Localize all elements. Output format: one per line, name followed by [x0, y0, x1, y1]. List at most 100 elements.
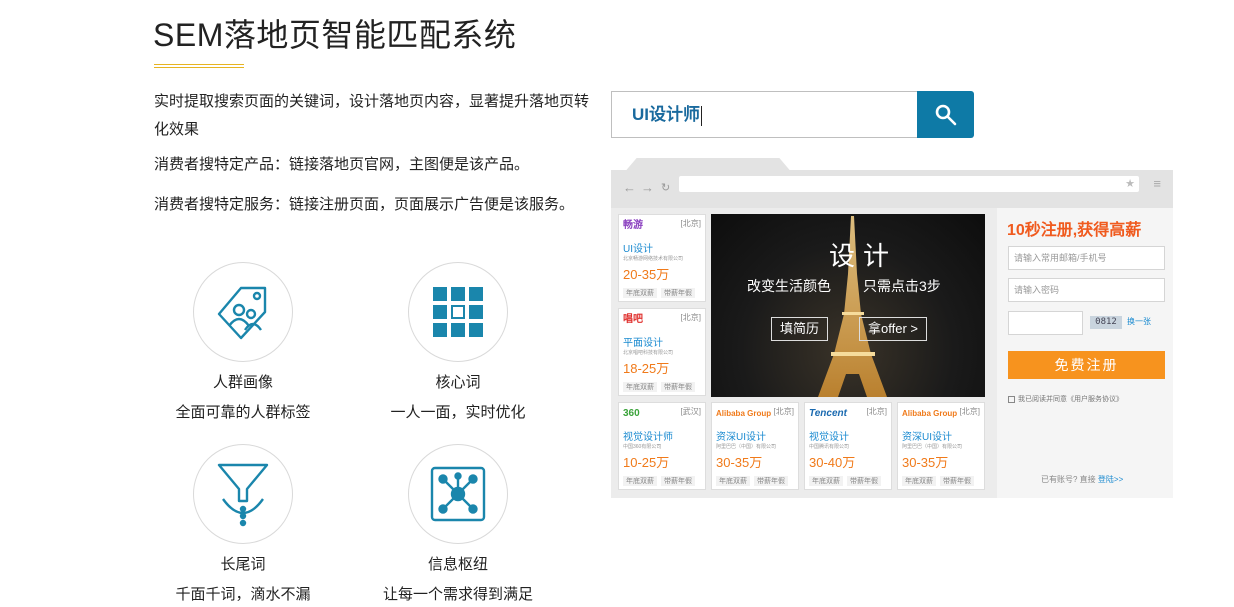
job-card: Alibaba Group [北京] 资深UI设计 阿里巴巴（中国）有限公司 3…: [711, 402, 799, 490]
address-bar: [679, 176, 1139, 192]
job-tag: 年底双薪: [902, 476, 936, 486]
company-name: 中国360有限公司: [623, 444, 662, 450]
menu-icon: ≡: [1153, 176, 1161, 191]
register-panel: 10秒注册,获得高薪 请输入常用邮箱/手机号 请输入密码 0812 换一张 免费…: [997, 208, 1173, 498]
feature-desc: 让每一个需求得到满足: [382, 586, 533, 603]
job-salary: 30-40万: [809, 455, 856, 470]
page-title: SEM落地页智能匹配系统: [153, 17, 517, 53]
job-title: 视觉设计师: [623, 432, 673, 443]
job-city: [北京]: [773, 407, 794, 416]
grid-core-icon: [433, 287, 483, 337]
title-underline: [154, 64, 244, 68]
browser-content: 畅游 [北京] UI设计 北京畅游网络技术有限公司 20-35万 年底双薪 带薪年…: [611, 208, 1173, 498]
job-salary: 18-25万: [623, 361, 670, 376]
feature-crowd-profile: 人群画像 全面可靠的人群标签: [133, 262, 353, 424]
job-salary: 10-25万: [623, 455, 670, 470]
job-title: 平面设计: [623, 338, 663, 349]
job-title: UI设计: [623, 244, 653, 255]
crowd-tag-icon: [217, 286, 267, 340]
company-name: 中国腾讯有限公司: [809, 444, 850, 450]
job-salary: 30-35万: [716, 455, 763, 470]
job-tag: 年底双薪: [623, 382, 657, 392]
job-card: 畅游 [北京] UI设计 北京畅游网络技术有限公司 20-35万 年底双薪 带薪年…: [618, 214, 706, 302]
feature-name: 核心词: [435, 374, 481, 391]
banner-title: 设计: [828, 241, 897, 271]
funnel-icon: [217, 463, 269, 527]
job-tag: 带薪年假: [847, 476, 881, 486]
email-field[interactable]: 请输入常用邮箱/手机号: [1008, 246, 1165, 270]
job-tag: 带薪年假: [754, 476, 788, 486]
company-name: 北京唱吧科技有限公司: [623, 350, 674, 356]
intro-line-1: 实时提取搜索页面的关键词，设计落地页内容，显著提升落地页转化效果: [154, 93, 590, 138]
reload-icon: ↻: [661, 182, 671, 194]
job-city: [武汉]: [680, 407, 701, 416]
job-tags: 年底双薪 带薪年假: [902, 476, 978, 486]
job-tags: 年底双薪 带薪年假: [623, 476, 699, 486]
captcha-image: 0812: [1090, 316, 1122, 329]
job-card: 360 [武汉] 视觉设计师 中国360有限公司 10-25万 年底双薪 带薪年假: [618, 402, 706, 490]
register-button[interactable]: 免费注册: [1008, 351, 1165, 379]
job-title: 资深UI设计: [902, 432, 952, 443]
job-tag: 带薪年假: [940, 476, 974, 486]
feature-icon-circle: [193, 444, 293, 544]
job-salary: 20-35万: [623, 267, 670, 282]
job-tag: 年底双薪: [809, 476, 843, 486]
forward-arrow-icon: →: [641, 180, 654, 195]
job-salary: 30-35万: [902, 455, 949, 470]
banner-subtitle-2: 只需点击3步: [863, 278, 941, 294]
captcha-input[interactable]: [1008, 311, 1083, 335]
back-arrow-icon: ←: [623, 180, 636, 195]
search-input[interactable]: UI设计师: [611, 91, 918, 138]
search-icon: [935, 104, 956, 125]
job-tag: 带薪年假: [661, 288, 695, 298]
network-hub-icon: [430, 466, 486, 522]
fill-resume-button[interactable]: 填简历: [771, 317, 829, 341]
ad-banner: 设计 改变生活颜色 只需点击3步 填简历 拿offer >: [711, 214, 985, 397]
job-tag: 年底双薪: [716, 476, 750, 486]
text-caret: [701, 105, 702, 126]
job-tags: 年底双薪 带薪年假: [716, 476, 792, 486]
feature-name: 信息枢纽: [427, 556, 488, 573]
job-title: 资深UI设计: [716, 432, 766, 443]
job-card: Alibaba Group [北京] 资深UI设计 阿里巴巴（中国）有限公司 3…: [897, 402, 985, 490]
feature-desc: 千面千词，滴水不漏: [175, 586, 311, 603]
get-offer-button[interactable]: 拿offer >: [859, 317, 927, 341]
job-city: [北京]: [680, 219, 701, 228]
search-button[interactable]: [917, 91, 974, 138]
banner-subtitle-1: 改变生活颜色: [747, 278, 831, 294]
job-tag: 带薪年假: [661, 382, 695, 392]
intro-line-3: 消费者搜特定服务：链接注册页面，页面展示广告便是该服务。: [154, 196, 575, 213]
job-tag: 带薪年假: [661, 476, 695, 486]
password-field[interactable]: 请输入密码: [1008, 278, 1165, 302]
captcha-refresh-link[interactable]: 换一张: [1127, 316, 1151, 327]
feature-icon-circle: [408, 262, 508, 362]
company-name: 北京畅游网络技术有限公司: [623, 256, 684, 262]
job-tags: 年底双薪 带薪年假: [809, 476, 885, 486]
feature-long-tail: 长尾词 千面千词，滴水不漏: [133, 444, 353, 606]
star-icon: ★: [1125, 178, 1135, 190]
search-value: UI设计师: [632, 105, 700, 124]
agree-checkbox[interactable]: 我已阅读并同意《用户服务协议》: [1008, 394, 1123, 404]
mock-browser: ← → ↻ ★ ≡ 畅游 [北京] UI设计 北京畅游网络技术有限公司 20-3…: [611, 158, 1173, 498]
feature-desc: 全面可靠的人群标签: [175, 404, 311, 421]
agree-label: 我已阅读并同意《用户服务协议》: [1018, 396, 1123, 403]
job-tag: 年底双薪: [623, 288, 657, 298]
feature-name: 长尾词: [220, 556, 266, 573]
browser-toolbar: ← → ↻ ★ ≡: [611, 170, 1173, 208]
job-tags: 年底双薪 带薪年假: [623, 288, 699, 298]
intro-line-2: 消费者搜特定产品：链接落地页官网，主图便是该产品。: [154, 156, 530, 173]
login-prompt: 已有账号? 直接 登陆>>: [1041, 474, 1123, 485]
job-title: 视觉设计: [809, 432, 849, 443]
login-prompt-text: 已有账号? 直接: [1041, 475, 1096, 484]
feature-desc: 一人一面，实时优化: [390, 404, 526, 421]
job-card: Tencent [北京] 视觉设计 中国腾讯有限公司 30-40万 年底双薪 带薪…: [804, 402, 892, 490]
login-link[interactable]: 登陆>>: [1098, 475, 1123, 484]
company-name: 阿里巴巴（中国）有限公司: [902, 444, 963, 450]
feature-core-keyword: 核心词 一人一面，实时优化: [348, 262, 568, 424]
job-card: 唱吧 [北京] 平面设计 北京唱吧科技有限公司 18-25万 年底双薪 带薪年假: [618, 308, 706, 396]
feature-icon-circle: [193, 262, 293, 362]
job-city: [北京]: [959, 407, 980, 416]
job-city: [北京]: [680, 313, 701, 322]
feature-info-hub: 信息枢纽 让每一个需求得到满足: [348, 444, 568, 606]
checkbox-icon: [1008, 395, 1015, 403]
